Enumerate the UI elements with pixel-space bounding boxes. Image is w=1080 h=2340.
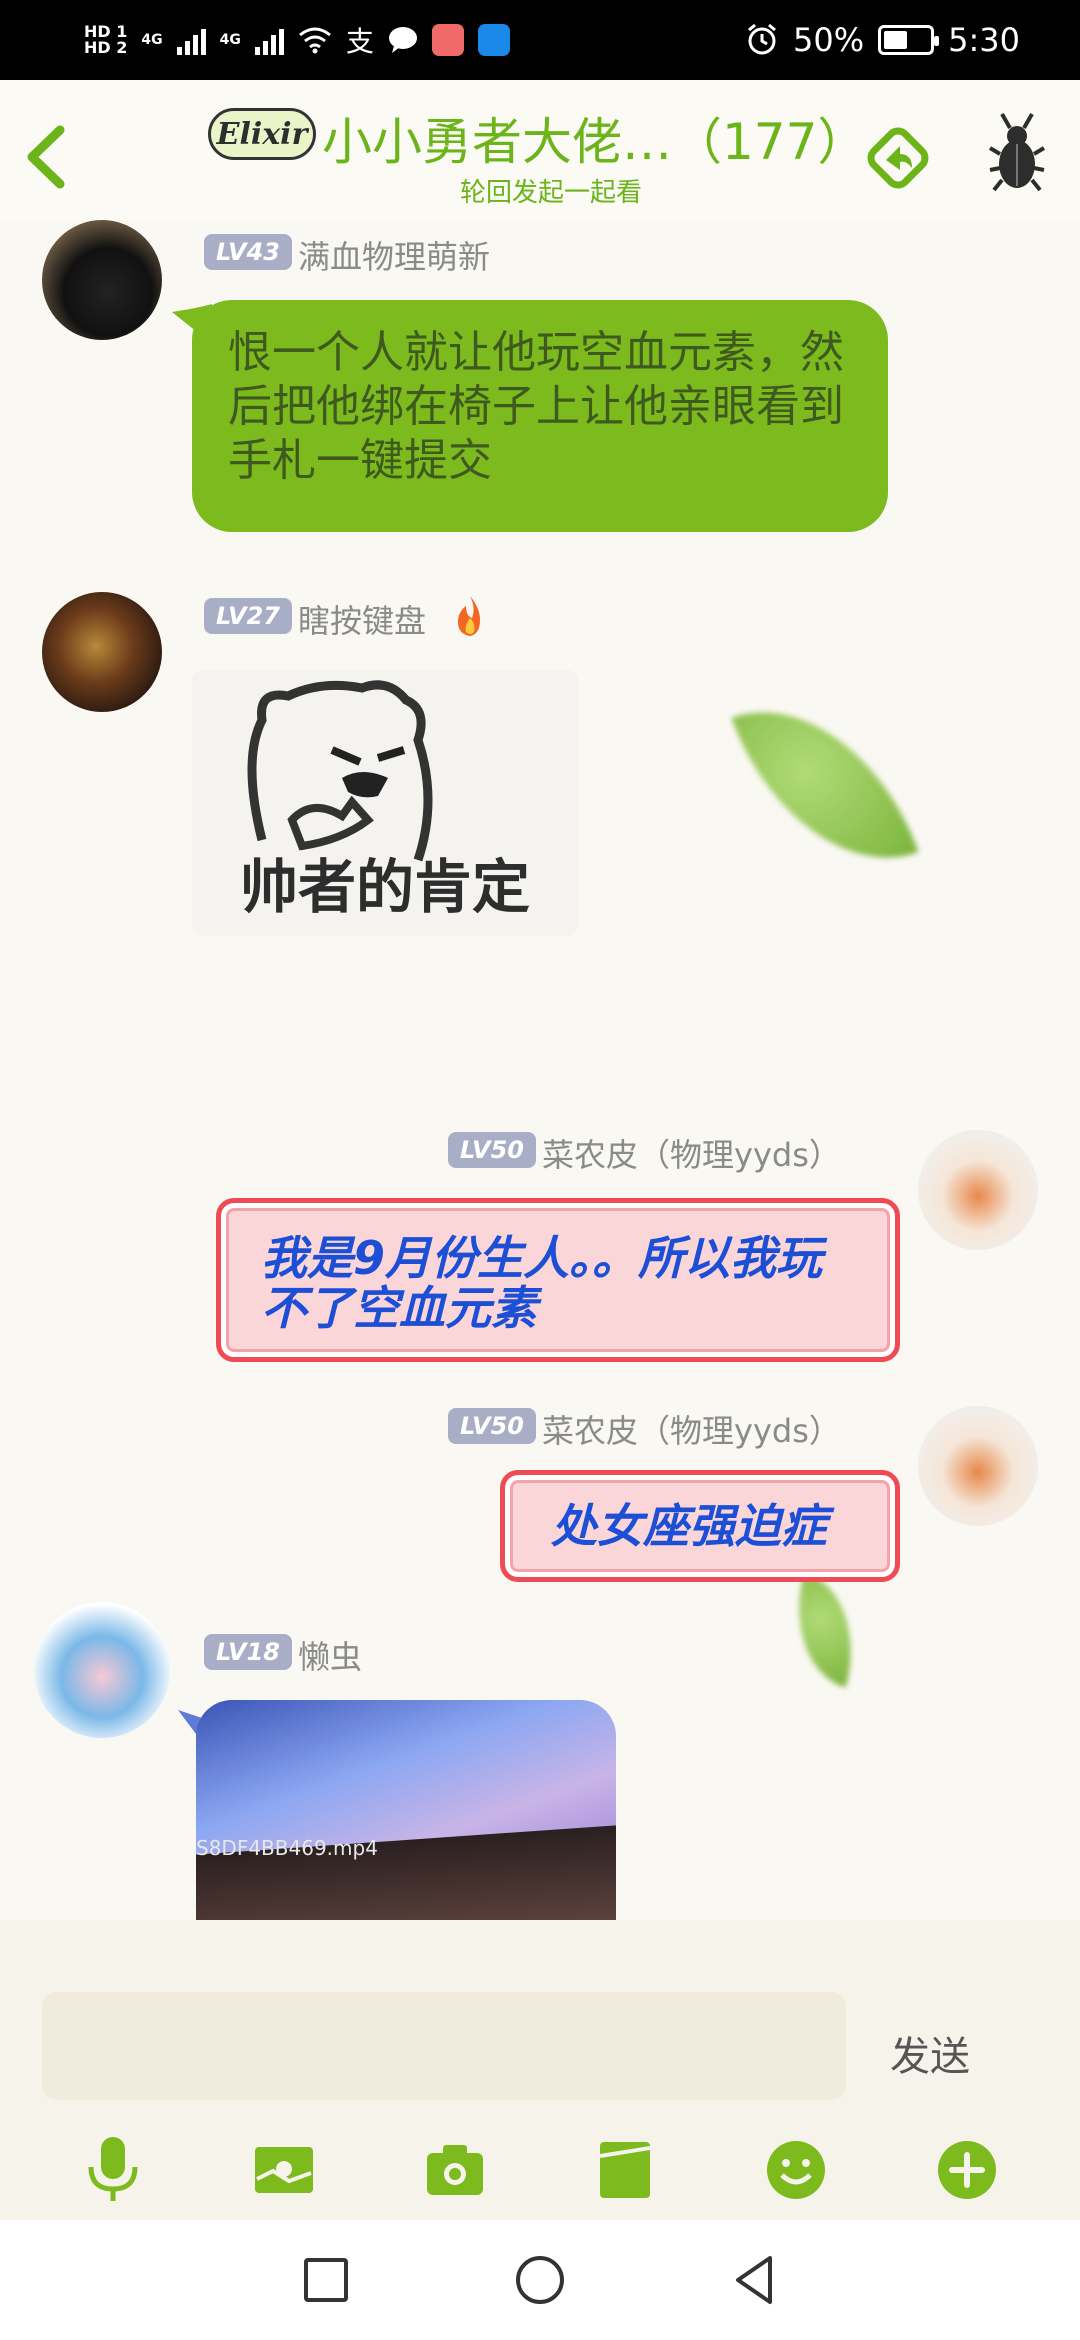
sticker-caption: 帅者的肯定 xyxy=(239,853,530,921)
signal-icon xyxy=(176,25,206,55)
alipay-icon: 支 xyxy=(345,25,374,58)
system-nav-bar xyxy=(0,2220,1080,2340)
input-toolbar xyxy=(0,2120,1080,2220)
avatar[interactable] xyxy=(42,220,162,340)
sender-name[interactable]: 菜农皮（物理yyds） xyxy=(542,1406,841,1452)
input-area: 发送 xyxy=(0,1920,1080,2220)
back-arrow-icon[interactable] xyxy=(18,122,78,192)
sim-indicator: HD 1 HD 2 xyxy=(84,24,127,56)
network-type-2: 4G xyxy=(219,32,241,48)
app-icon-red xyxy=(431,24,464,56)
beetle-icon[interactable] xyxy=(988,110,1046,194)
leaf-decoration xyxy=(731,673,919,897)
sticker-image[interactable]: 帅者的肯定 xyxy=(192,670,578,936)
back-icon[interactable] xyxy=(730,2254,778,2306)
emoji-icon[interactable] xyxy=(761,2135,831,2205)
level-badge: LV43 xyxy=(204,234,292,270)
avatar[interactable] xyxy=(42,592,162,712)
level-badge: LV27 xyxy=(204,598,292,634)
home-icon[interactable] xyxy=(514,2254,566,2306)
camera-icon[interactable] xyxy=(420,2135,490,2205)
message-bubble[interactable]: 处女座强迫症 xyxy=(500,1470,900,1582)
sender-name[interactable]: 瞎按键盘 xyxy=(298,596,426,642)
level-badge: LV18 xyxy=(204,1634,292,1670)
leaf-decoration xyxy=(778,1572,872,1688)
chat-header: Elixir 小小勇者大佬…（177） 轮回发起一起看 xyxy=(0,80,1080,220)
share-icon[interactable] xyxy=(860,120,936,196)
status-bar: HD 1 HD 2 4G 4G 支 50% 5:30 xyxy=(0,0,1080,80)
sender-name[interactable]: 菜农皮（物理yyds） xyxy=(542,1130,841,1176)
video-filename: S8DF4BB469.mp4 xyxy=(196,1836,378,1860)
message-input[interactable] xyxy=(42,1992,846,2100)
clock: 5:30 xyxy=(948,21,1020,59)
signal-icon xyxy=(254,25,284,55)
network-type-1: 4G xyxy=(141,32,163,48)
recent-apps-icon[interactable] xyxy=(302,2256,350,2304)
group-logo: Elixir xyxy=(208,108,316,160)
image-icon[interactable] xyxy=(249,2135,319,2205)
video-message[interactable]: S8DF4BB469.mp4 xyxy=(196,1700,616,1920)
sim2-label: HD 2 xyxy=(84,38,128,57)
send-button[interactable]: 发送 xyxy=(890,2024,970,2082)
message-bubble[interactable]: 我是9月份生人。。所以我玩不了空血元素 xyxy=(216,1198,900,1362)
avatar[interactable] xyxy=(918,1130,1038,1250)
plus-icon[interactable] xyxy=(932,2135,1002,2205)
wifi-icon xyxy=(298,27,331,54)
group-title[interactable]: 小小勇者大佬…（177） xyxy=(322,102,867,174)
mic-icon[interactable] xyxy=(78,2135,148,2205)
avatar[interactable] xyxy=(34,1602,170,1738)
alarm-icon xyxy=(748,23,776,55)
app-icon-blue xyxy=(477,24,510,56)
level-badge: LV50 xyxy=(448,1408,536,1444)
message-icon xyxy=(388,27,417,53)
sender-name[interactable]: 懒虫 xyxy=(298,1632,362,1678)
sender-name[interactable]: 满血物理萌新 xyxy=(298,232,490,278)
fire-icon xyxy=(458,596,480,636)
battery-icon xyxy=(878,25,940,55)
avatar[interactable] xyxy=(918,1406,1038,1526)
battery-percent: 50% xyxy=(793,21,865,59)
watch-together-subtitle[interactable]: 轮回发起一起看 xyxy=(460,172,642,209)
message-bubble[interactable]: 恨一个人就让他玩空血元素，然后把他绑在椅子上让他亲眼看到手札一键提交 xyxy=(192,300,888,532)
level-badge: LV50 xyxy=(448,1132,536,1168)
card-icon[interactable] xyxy=(590,2135,660,2205)
chat-area[interactable]: LV43 满血物理萌新 恨一个人就让他玩空血元素，然后把他绑在椅子上让他亲眼看到… xyxy=(0,220,1080,1920)
